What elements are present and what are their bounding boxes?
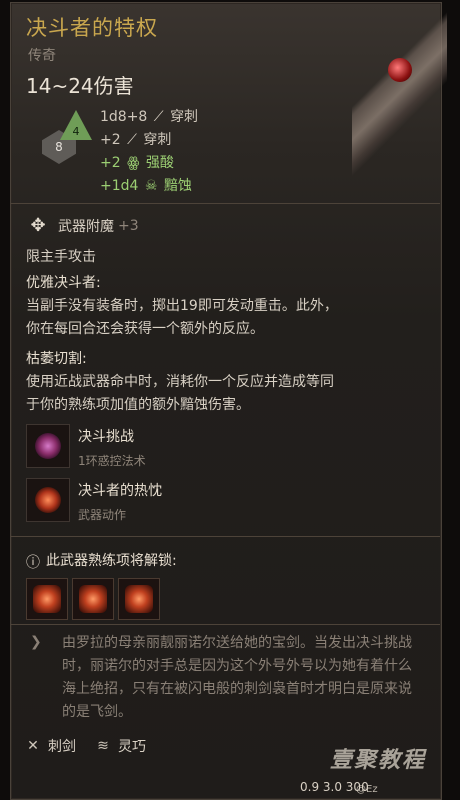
rapier-icon: ✕ xyxy=(27,738,39,754)
stat-line: 1d8+8 ⟋ 穿刺 xyxy=(100,109,199,125)
skill-duelists-zeal[interactable]: 决斗者的热忱 武器动作 xyxy=(26,478,162,523)
unlock-label: 此武器熟练项将解锁: xyxy=(46,553,177,569)
enchantment-row: ✥ 武器附魔 +3 xyxy=(28,215,139,236)
proficiency-unlock: ⓘ 此武器熟练项将解锁: xyxy=(26,550,177,571)
skill-name: 决斗挑战 xyxy=(78,429,134,445)
stat-line: +2 ⟋ 穿刺 xyxy=(100,132,172,148)
passive-desc: 于你的熟练项加值的额外黯蚀伤害。 xyxy=(26,397,250,413)
weapon-art xyxy=(352,0,447,210)
passive-desc: 当副手没有装备时，掷出19即可发动重击。此外， xyxy=(26,298,338,314)
duel-challenge-icon xyxy=(26,424,70,468)
enchant-icon: ✥ xyxy=(30,215,46,236)
gem-ornament xyxy=(388,58,412,82)
section-divider xyxy=(10,624,440,625)
proficiency-actions xyxy=(26,578,160,620)
passive-title: 枯萎切割: xyxy=(26,351,87,367)
property-rapier: ✕ 刺剑 xyxy=(24,736,76,756)
lore-text: 由罗拉的母亲丽靓丽诺尔送给她的宝剑。当发出决斗挑战时，丽诺尔的对手总是因为这个外… xyxy=(62,635,412,720)
necrotic-icon: ☠ xyxy=(144,178,158,194)
damage-range: 14~24伤害 xyxy=(26,74,134,98)
stat-line: +1d4 ☠ 黯蚀 xyxy=(100,178,192,194)
enchant-value: +3 xyxy=(118,218,139,234)
weapon-action-icon[interactable] xyxy=(118,578,160,620)
acid-icon: ꙮ xyxy=(127,155,140,171)
weight-value: 0.9 3.0 300 xyxy=(300,780,369,794)
sword-icon: ⟋ xyxy=(127,132,137,148)
watermark: 壹聚教程 xyxy=(330,748,427,773)
sword-icon: ⟋ xyxy=(153,109,164,125)
stat-line: +2 ꙮ 强酸 xyxy=(100,155,174,171)
info-icon: ⓘ xyxy=(26,555,40,571)
skill-name: 决斗者的热忱 xyxy=(78,483,162,499)
passive-desc: 你在每回合还会获得一个额外的反应。 xyxy=(26,321,264,337)
item-rarity: 传奇 xyxy=(28,48,56,64)
finesse-icon: ≋ xyxy=(97,738,109,754)
duelists-zeal-icon xyxy=(26,478,70,522)
damage-dice-icon: 8 4 xyxy=(42,110,96,168)
section-divider xyxy=(10,536,440,537)
weapon-action-icon[interactable] xyxy=(72,578,114,620)
quill-icon: ❯ xyxy=(30,634,42,650)
section-divider xyxy=(10,203,440,204)
passive-title: 优雅决斗者: xyxy=(26,275,101,291)
property-finesse: ≋ 灵巧 xyxy=(94,736,146,756)
skill-duel-challenge[interactable]: 决斗挑战 1环惑控法术 xyxy=(26,424,146,469)
d4-icon: 4 xyxy=(60,110,92,140)
passive-desc: 使用近战武器命中时，消耗你一个反应并造成等同 xyxy=(26,374,334,390)
weapon-action-icon[interactable] xyxy=(26,578,68,620)
skill-type: 1环惑控法术 xyxy=(78,454,146,468)
weapon-properties: ✕ 刺剑 ≋ 灵巧 xyxy=(24,736,164,756)
enchant-label: 武器附魔 xyxy=(58,219,114,235)
item-title: 决斗者的特权 xyxy=(26,16,158,40)
skill-type: 武器动作 xyxy=(78,508,127,522)
main-hand-restriction: 限主手攻击 xyxy=(26,249,96,265)
